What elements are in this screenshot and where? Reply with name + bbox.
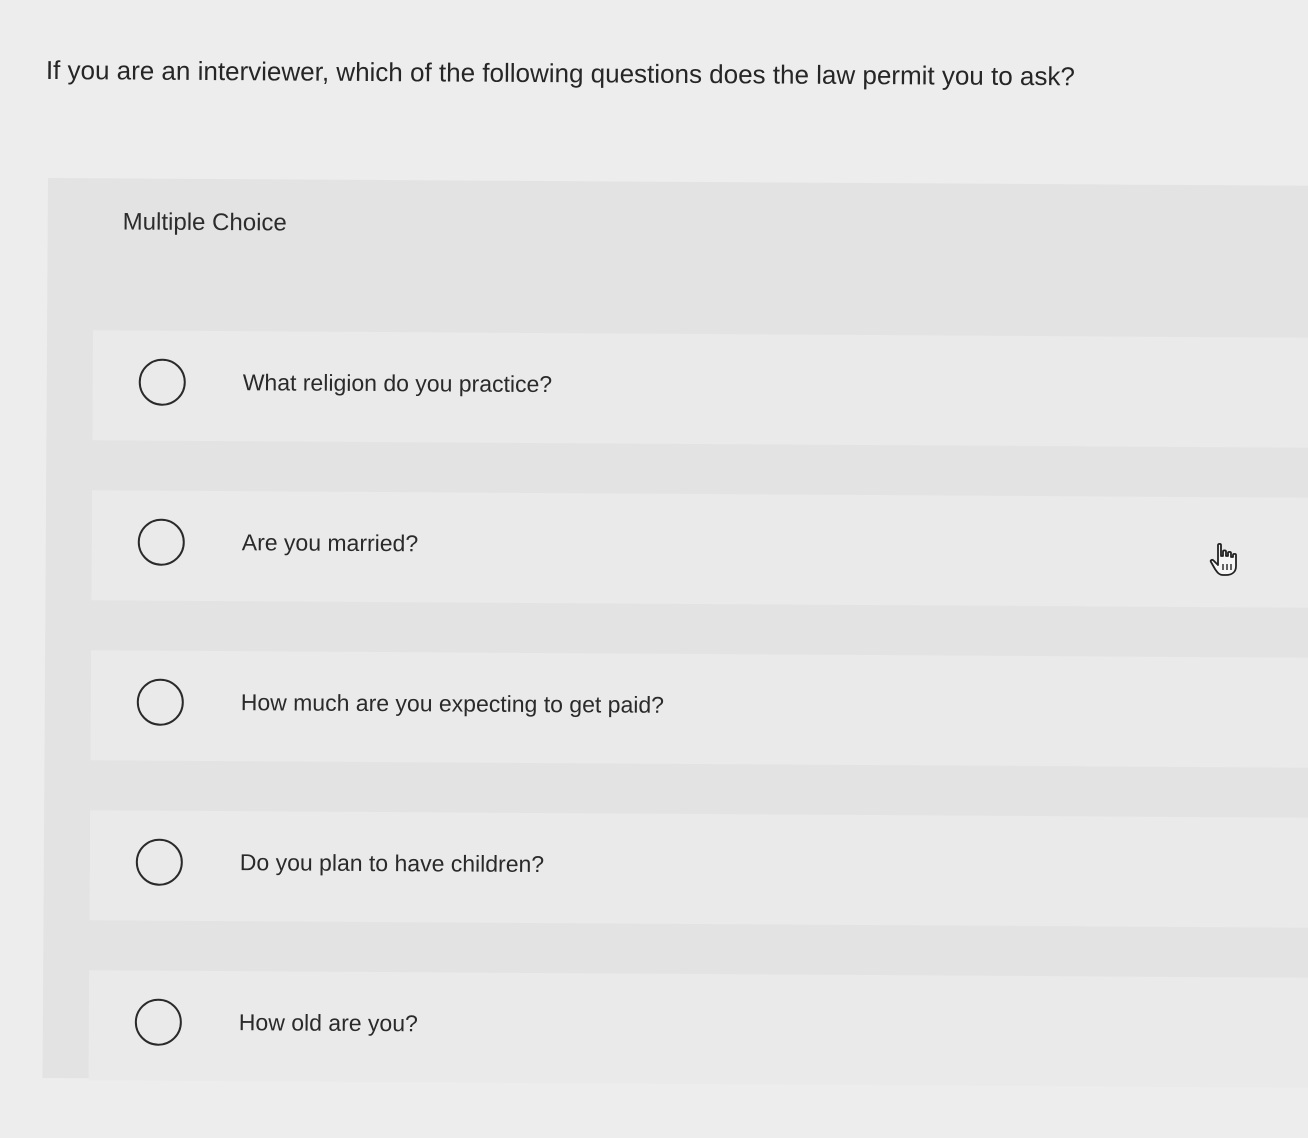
- multiple-choice-label: Multiple Choice: [122, 208, 287, 237]
- radio-button-icon[interactable]: [136, 678, 184, 726]
- choice-option[interactable]: How old are you?: [88, 970, 1308, 1088]
- multiple-choice-header: Multiple Choice: [47, 178, 1308, 278]
- question-text: If you are an interviewer, which of the …: [45, 54, 1075, 92]
- hand-pointer-icon: [1209, 542, 1237, 576]
- choice-label[interactable]: Do you plan to have children?: [240, 849, 544, 878]
- radio-button-icon[interactable]: [138, 358, 186, 406]
- choice-option[interactable]: What religion do you practice?: [92, 330, 1308, 448]
- choice-label[interactable]: Are you married?: [242, 529, 419, 557]
- choice-label[interactable]: How much are you expecting to get paid?: [241, 689, 664, 719]
- radio-button-icon[interactable]: [137, 518, 185, 566]
- choice-option[interactable]: Do you plan to have children?: [89, 810, 1308, 928]
- radio-button-icon[interactable]: [134, 998, 182, 1046]
- multiple-choice-panel: Multiple Choice What religion do you pra…: [42, 178, 1308, 1088]
- choice-label[interactable]: What religion do you practice?: [243, 369, 553, 398]
- choice-label[interactable]: How old are you?: [239, 1009, 418, 1037]
- choice-list: What religion do you practice? Are you m…: [88, 330, 1308, 1137]
- choice-option[interactable]: How much are you expecting to get paid?: [90, 650, 1308, 768]
- choice-option[interactable]: Are you married?: [91, 490, 1308, 608]
- radio-button-icon[interactable]: [135, 838, 183, 886]
